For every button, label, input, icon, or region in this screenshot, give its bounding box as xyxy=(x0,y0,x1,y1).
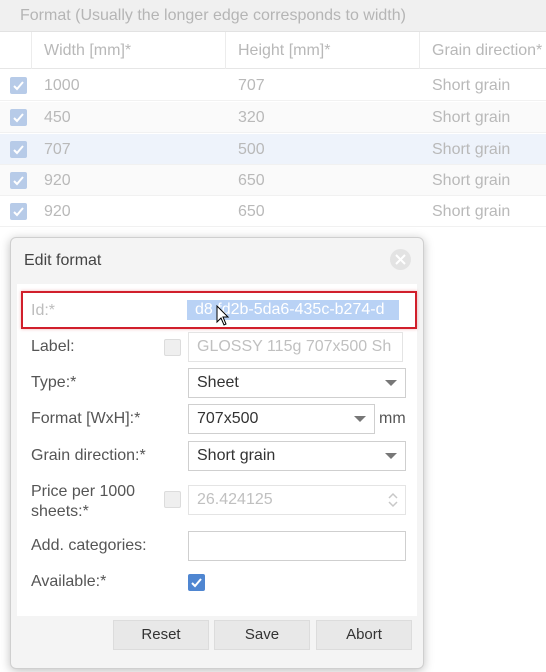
chevron-down-icon xyxy=(385,453,397,459)
cell-grain: Short grain xyxy=(432,109,511,126)
cell-grain: Short grain xyxy=(432,141,511,158)
available-checkbox[interactable] xyxy=(188,574,205,591)
column-separator xyxy=(225,32,226,69)
column-header-grain[interactable]: Grain direction* xyxy=(432,32,542,69)
cell-grain: Short grain xyxy=(432,172,511,189)
table-row[interactable]: 920 650 Short grain xyxy=(0,165,546,196)
price-field[interactable]: 26.424125 xyxy=(188,485,406,515)
cell-grain: Short grain xyxy=(432,77,511,94)
categories-label: Add. categories: xyxy=(31,537,147,554)
cell-height: 320 xyxy=(238,109,265,126)
row-checkbox[interactable] xyxy=(10,203,27,220)
column-separator xyxy=(419,32,420,69)
edit-format-dialog: Edit format Id:* d8 fd2b-5da6-435c-b274-… xyxy=(10,237,424,669)
type-select[interactable]: Sheet xyxy=(188,368,406,398)
available-label: Available:* xyxy=(31,573,107,590)
column-separator xyxy=(31,32,32,69)
chevron-down-icon xyxy=(385,380,397,386)
row-checkbox[interactable] xyxy=(10,141,27,158)
categories-field[interactable] xyxy=(188,531,406,561)
row-checkbox[interactable] xyxy=(10,109,27,126)
table-row[interactable]: 707 500 Short grain xyxy=(0,134,546,165)
cell-height: 707 xyxy=(238,77,265,94)
column-header-width[interactable]: Width [mm]* xyxy=(44,32,131,69)
type-value: Sheet xyxy=(197,374,239,391)
label-label: Label: xyxy=(31,338,75,355)
chevron-down-icon xyxy=(354,416,366,422)
format-select[interactable]: 707x500 xyxy=(188,404,375,434)
grid-column-headers: Width [mm]* Height [mm]* Grain direction… xyxy=(0,32,546,69)
cell-width: 920 xyxy=(44,203,71,220)
table-row[interactable]: 1000 707 Short grain xyxy=(0,70,546,101)
grain-label: Grain direction:* xyxy=(31,447,146,464)
price-override-checkbox[interactable] xyxy=(164,491,181,508)
reset-button[interactable]: Reset xyxy=(113,620,209,650)
price-value: 26.424125 xyxy=(197,491,273,508)
price-label: Price per 1000 sheets:* xyxy=(31,483,136,520)
close-icon[interactable] xyxy=(390,249,411,270)
mouse-cursor-icon xyxy=(216,305,230,326)
spinner-icon[interactable] xyxy=(388,492,398,508)
format-grid-header: Format (Usually the longer edge correspo… xyxy=(0,0,546,32)
cell-grain: Short grain xyxy=(432,203,511,220)
type-label: Type:* xyxy=(31,374,77,391)
label-field[interactable]: GLOSSY 115g 707x500 Sh xyxy=(188,332,403,362)
format-value: 707x500 xyxy=(197,410,259,427)
table-row[interactable]: 450 320 Short grain xyxy=(0,102,546,133)
cell-height: 500 xyxy=(238,141,265,158)
save-button[interactable]: Save xyxy=(214,620,310,650)
cell-height: 650 xyxy=(238,172,265,189)
grain-value: Short grain xyxy=(197,447,276,464)
table-row[interactable]: 920 650 Short grain xyxy=(0,196,546,227)
cell-height: 650 xyxy=(238,203,265,220)
abort-button[interactable]: Abort xyxy=(316,620,412,650)
cell-width: 707 xyxy=(44,141,71,158)
row-checkbox[interactable] xyxy=(10,172,27,189)
row-checkbox[interactable] xyxy=(10,77,27,94)
label-override-checkbox[interactable] xyxy=(164,339,181,356)
format-label: Format [WxH]:* xyxy=(31,410,141,427)
column-header-height[interactable]: Height [mm]* xyxy=(238,32,330,69)
dialog-form: Id:* d8 fd2b-5da6-435c-b274-d Label: GLO… xyxy=(17,284,417,616)
format-unit: mm xyxy=(379,410,406,427)
id-label: Id:* xyxy=(31,302,56,319)
dialog-title: Edit format xyxy=(24,252,102,269)
cell-width: 1000 xyxy=(44,77,80,94)
grain-select[interactable]: Short grain xyxy=(188,441,406,471)
cell-width: 920 xyxy=(44,172,71,189)
cell-width: 450 xyxy=(44,109,71,126)
